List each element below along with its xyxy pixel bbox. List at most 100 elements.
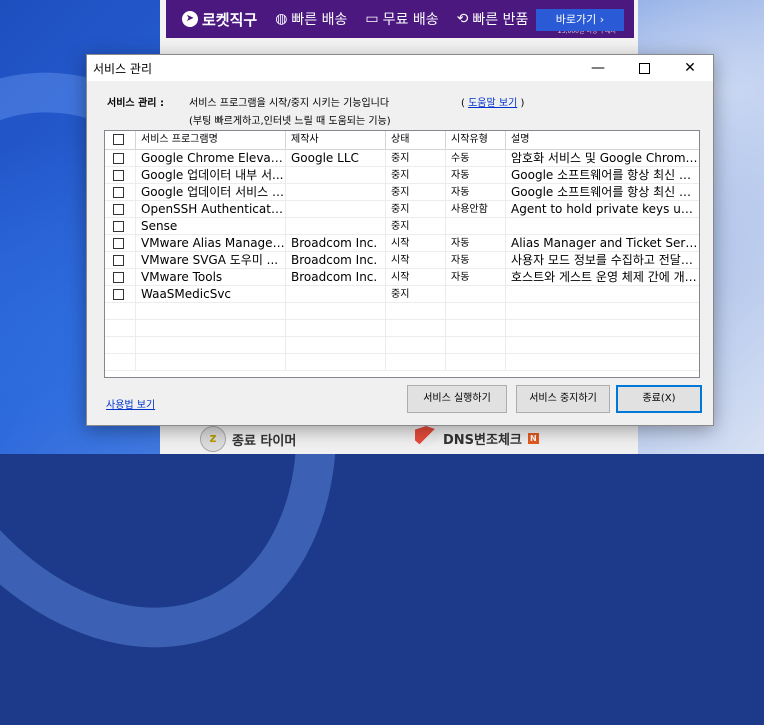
table-row[interactable]: OpenSSH Authenticati... 중지 사용안함 Agent to ho…	[105, 201, 699, 218]
empty-cell	[506, 337, 699, 354]
cell-desc	[506, 218, 699, 235]
banner-free-delivery: ▭ 무료 배송	[365, 9, 438, 29]
cell-status: 중지	[386, 150, 446, 167]
table-row[interactable]: Google Chrome Elevati... Google LLC 중지 수동 암호…	[105, 150, 699, 167]
empty-cell	[446, 320, 506, 337]
empty-cell	[105, 354, 136, 371]
cell-status: 중지	[386, 201, 446, 218]
row-checkbox-cell	[105, 235, 136, 252]
cell-start: 자동	[446, 252, 506, 269]
table-row[interactable]: VMware Tools Broadcom Inc. 시작 자동 호스트와 게스트 운영…	[105, 269, 699, 286]
rocket-icon: ➤	[182, 11, 198, 27]
row-checkbox-cell	[105, 167, 136, 184]
table-row[interactable]: WaaSMedicSvc 중지	[105, 286, 699, 303]
title-bar[interactable]: 서비스 관리 — ✕	[87, 55, 713, 81]
cell-start: 자동	[446, 235, 506, 252]
banner-goto-button[interactable]: 바로가기 ›	[536, 9, 624, 31]
row-checkbox-cell	[105, 150, 136, 167]
maximize-icon	[638, 62, 650, 74]
empty-cell	[506, 303, 699, 320]
cell-desc: Google 소프트웨어를 항상 최신 상...	[511, 185, 699, 199]
column-header-status[interactable]: 상태	[386, 131, 446, 149]
shutdown-timer-link[interactable]: z 종료 타이머	[200, 426, 296, 452]
column-header-name[interactable]: 서비스 프로그램명	[136, 131, 286, 149]
empty-row	[105, 303, 699, 320]
close-button[interactable]: ✕	[667, 55, 713, 81]
stop-service-button[interactable]: 서비스 중지하기	[516, 385, 610, 413]
row-checkbox[interactable]	[113, 153, 124, 164]
table-row[interactable]: Google 업데이터 서비스 (... 중지 자동 Google 소프트웨어를 항상…	[105, 184, 699, 201]
service-manager-dialog: 서비스 관리 — ✕ 서비스 관리 : 서비스 프로그램을 시작/중지 시키는 …	[86, 54, 714, 426]
row-checkbox-cell	[105, 269, 136, 286]
ad-banner[interactable]: ➤ 로켓직구 ◍ 빠른 배송 ▭ 무료 배송 25,000원 이상 구매시 ⟲ …	[166, 0, 634, 38]
empty-cell	[386, 354, 446, 371]
column-header-vendor[interactable]: 제작사	[286, 131, 386, 149]
shutdown-timer-text: 종료 타이머	[232, 433, 297, 449]
table-row[interactable]: VMware SVGA 도우미 ... Broadcom Inc. 시작 자동 사용자 …	[105, 252, 699, 269]
cell-vendor	[286, 201, 386, 218]
table-row[interactable]: Sense 중지	[105, 218, 699, 235]
column-header-start-type[interactable]: 시작유형	[446, 131, 506, 149]
empty-cell	[286, 354, 386, 371]
help-paren-close: )	[520, 98, 525, 109]
banner-fast-delivery: ◍ 빠른 배송	[275, 9, 347, 29]
cell-name: OpenSSH Authenticati...	[136, 201, 286, 218]
run-service-button[interactable]: 서비스 실행하기	[407, 385, 507, 413]
empty-cell	[386, 337, 446, 354]
row-checkbox-cell	[105, 201, 136, 218]
column-header-description[interactable]: 설명	[506, 131, 699, 149]
cell-status: 시작	[386, 252, 446, 269]
cell-desc: 호스트와 게스트 운영 체제 간에 개체...	[511, 270, 699, 284]
banner-free-delivery-text: 무료 배송	[382, 12, 439, 28]
help-link[interactable]: 도움말 보기	[468, 98, 517, 109]
banner-fast-delivery-text: 빠른 배송	[291, 12, 348, 28]
cell-start: 자동	[446, 184, 506, 201]
service-list[interactable]: 서비스 프로그램명 제작사 상태 시작유형 설명 Google Chrome E…	[104, 130, 700, 378]
shield-icon	[415, 426, 437, 450]
table-row[interactable]: VMware Alias Manager ... Broadcom Inc. 시작 자…	[105, 235, 699, 252]
cell-vendor	[286, 184, 386, 201]
row-checkbox-cell	[105, 286, 136, 303]
select-all-column[interactable]	[105, 131, 136, 149]
empty-cell	[136, 320, 286, 337]
empty-row	[105, 354, 699, 371]
banner-logo: ➤ 로켓직구	[182, 9, 257, 30]
cell-name: VMware SVGA 도우미 ...	[136, 252, 286, 269]
empty-cell	[286, 337, 386, 354]
cell-vendor	[286, 167, 386, 184]
empty-cell	[136, 303, 286, 320]
empty-cell	[446, 354, 506, 371]
table-row[interactable]: Google 업데이터 내부 서... 중지 자동 Google 소프트웨어를 항상 …	[105, 167, 699, 184]
exit-button[interactable]: 종료(X)	[616, 385, 702, 413]
cell-vendor: Broadcom Inc.	[286, 235, 386, 252]
empty-cell	[286, 320, 386, 337]
row-checkbox-cell	[105, 252, 136, 269]
list-header: 서비스 프로그램명 제작사 상태 시작유형 설명	[105, 131, 699, 150]
select-all-checkbox[interactable]	[113, 134, 124, 145]
cell-vendor: Google LLC	[286, 150, 386, 167]
row-checkbox[interactable]	[113, 238, 124, 249]
cell-name: Sense	[136, 218, 286, 235]
row-checkbox[interactable]	[113, 170, 124, 181]
cell-start	[446, 286, 506, 303]
row-checkbox[interactable]	[113, 221, 124, 232]
empty-row	[105, 320, 699, 337]
cell-name: Google 업데이터 내부 서...	[136, 167, 286, 184]
empty-cell	[105, 320, 136, 337]
row-checkbox[interactable]	[113, 272, 124, 283]
maximize-button[interactable]	[621, 55, 667, 81]
row-checkbox[interactable]	[113, 204, 124, 215]
dns-check-link[interactable]: DNS변조체크 N	[415, 426, 539, 450]
banner-logo-text: 로켓직구	[202, 10, 258, 29]
row-checkbox[interactable]	[113, 187, 124, 198]
row-checkbox[interactable]	[113, 289, 124, 300]
empty-cell	[286, 303, 386, 320]
usage-link[interactable]: 사용법 보기	[106, 396, 155, 411]
row-checkbox[interactable]	[113, 255, 124, 266]
description-line-1: 서비스 프로그램을 시작/중지 시키는 기능입니다	[189, 98, 390, 109]
cell-desc: Alias Manager and Ticket Service	[511, 236, 699, 250]
minimize-button[interactable]: —	[575, 55, 621, 81]
cell-desc	[506, 286, 699, 303]
bulb-icon: z	[200, 426, 226, 452]
help-paren-open: (	[461, 98, 465, 109]
